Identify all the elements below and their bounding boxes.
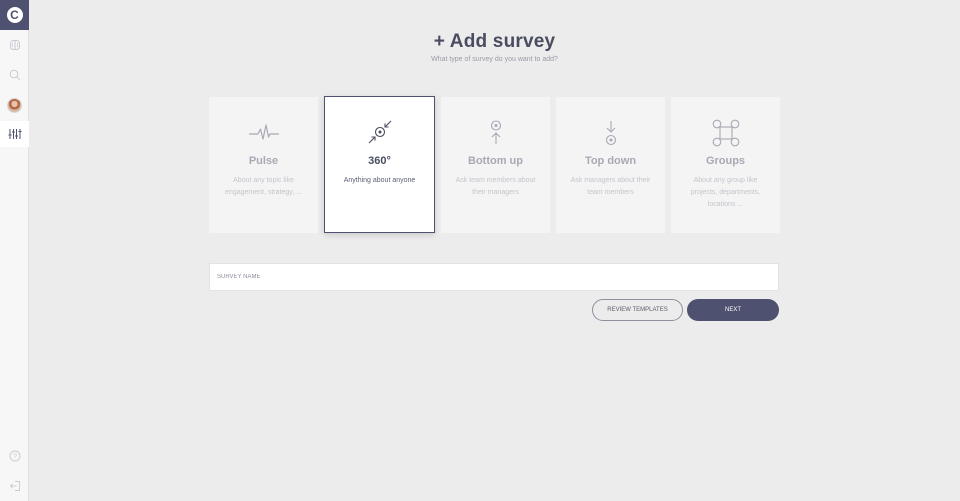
main-content: + Add survey What type of survey do you … bbox=[29, 0, 960, 501]
network-icon bbox=[671, 119, 780, 147]
survey-type-name: 360° bbox=[368, 155, 391, 167]
survey-name-input[interactable] bbox=[209, 263, 779, 291]
arrow-up-icon bbox=[441, 119, 550, 147]
logo-letter: C bbox=[10, 8, 19, 22]
sidebar-item-help[interactable]: ? bbox=[0, 443, 29, 469]
survey-type-list: Pulse About any topic like engagement, s… bbox=[209, 96, 780, 233]
survey-type-description: About any group like projects, departmen… bbox=[690, 177, 761, 208]
sidebar-item-search[interactable] bbox=[0, 62, 29, 88]
review-templates-button[interactable]: REVIEW TEMPLATES bbox=[592, 299, 683, 321]
arrows-in-icon bbox=[325, 119, 434, 147]
sidebar-item-groups[interactable] bbox=[0, 32, 29, 58]
logo-circle: C bbox=[6, 7, 23, 23]
survey-type-card-pulse[interactable]: Pulse About any topic like engagement, s… bbox=[209, 97, 318, 233]
brain-icon bbox=[9, 40, 20, 50]
survey-type-name: Bottom up bbox=[468, 155, 523, 167]
page-title: + Add survey bbox=[433, 31, 556, 52]
sidebar: C ? bbox=[0, 0, 29, 501]
survey-type-description: Ask managers about their team members bbox=[570, 177, 651, 196]
survey-type-description: About any topic like engagement, strateg… bbox=[225, 177, 302, 196]
survey-type-card-bottom-up[interactable]: Bottom up Ask team members about their m… bbox=[441, 97, 550, 233]
avatar bbox=[7, 97, 22, 113]
sidebar-item-profile[interactable] bbox=[0, 92, 29, 118]
next-button[interactable]: NEXT bbox=[687, 299, 779, 321]
help-glyph: ? bbox=[13, 454, 17, 461]
survey-type-description: Ask team members about their managers bbox=[455, 177, 536, 196]
survey-type-card-360[interactable]: 360° Anything about anyone bbox=[324, 96, 435, 233]
sidebar-item-logout[interactable] bbox=[0, 473, 29, 499]
survey-type-description: Anything about anyone bbox=[343, 177, 416, 184]
help-icon: ? bbox=[9, 450, 20, 462]
app-logo[interactable]: C bbox=[0, 0, 29, 30]
survey-type-name: Top down bbox=[584, 155, 637, 167]
arrow-down-icon bbox=[556, 119, 665, 147]
survey-type-card-top-down[interactable]: Top down Ask managers about their team m… bbox=[556, 97, 665, 233]
survey-type-name: Groups bbox=[705, 155, 746, 167]
sidebar-item-surveys[interactable] bbox=[0, 121, 29, 147]
logout-icon bbox=[9, 481, 20, 491]
page-subtitle: What type of survey do you want to add? bbox=[431, 56, 558, 63]
sliders-icon bbox=[8, 129, 21, 139]
survey-type-card-groups[interactable]: Groups About any group like projects, de… bbox=[671, 97, 780, 233]
survey-type-name: Pulse bbox=[248, 155, 279, 167]
pulse-icon bbox=[209, 119, 318, 147]
search-icon bbox=[9, 69, 20, 81]
